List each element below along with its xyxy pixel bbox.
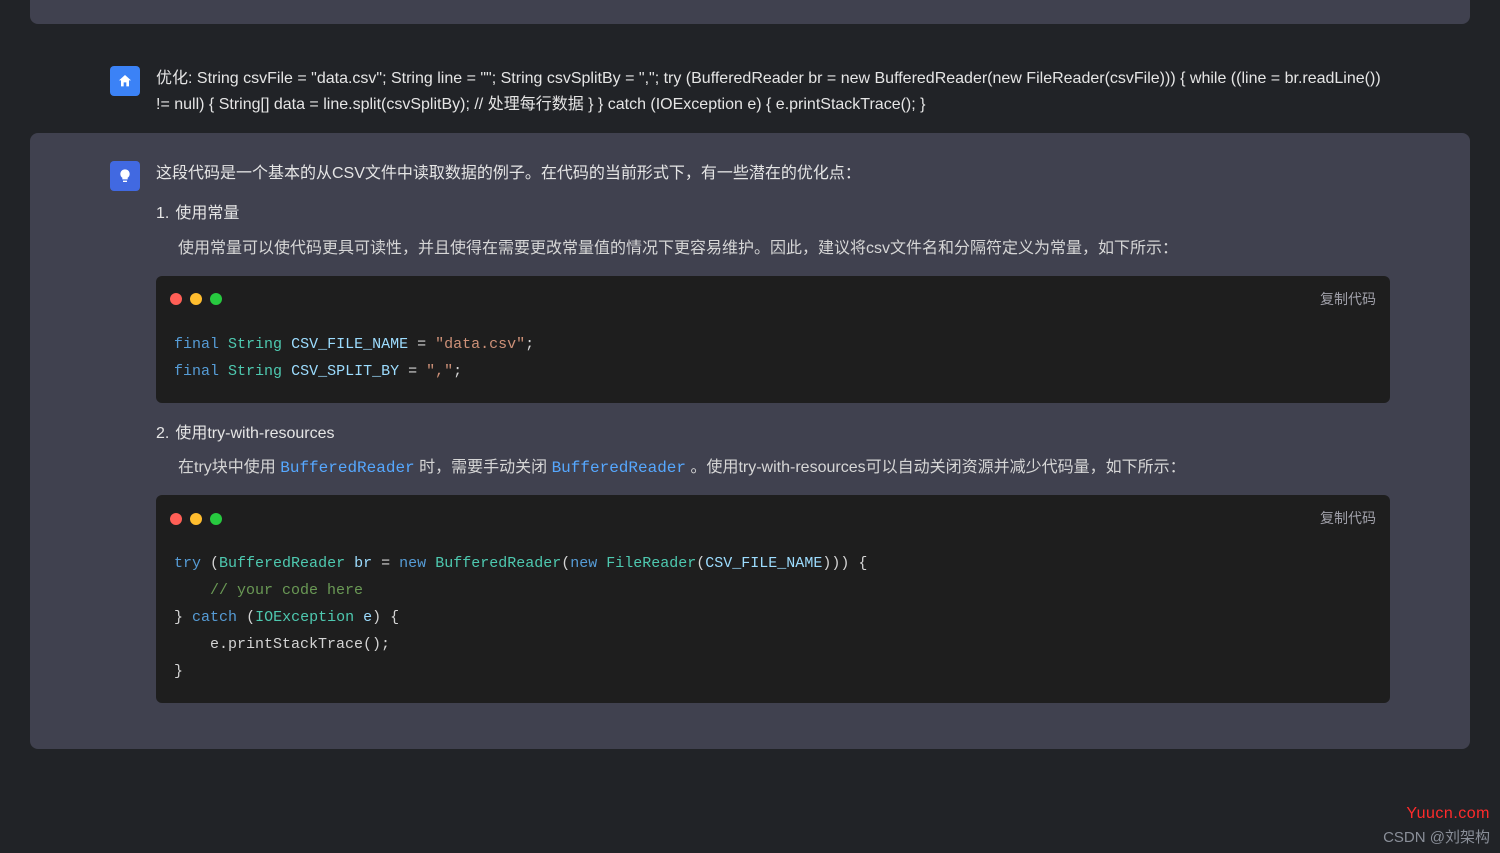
assistant-avatar xyxy=(110,161,140,191)
user-icon xyxy=(117,73,133,89)
traffic-green-icon xyxy=(210,293,222,305)
user-message: 优化: String csvFile = "data.csv"; String … xyxy=(110,52,1390,133)
item-index xyxy=(156,201,169,227)
list-item: 使用常量 使用常量可以使代码更具可读性，并且使得在需要更改常量值的情况下更容易维… xyxy=(156,201,1390,402)
bulb-icon xyxy=(117,168,133,184)
traffic-lights-icon xyxy=(170,293,222,305)
watermark-site: Yuucn.com xyxy=(1406,805,1490,823)
traffic-red-icon xyxy=(170,513,182,525)
assistant-intro: 这段代码是一个基本的从CSV文件中读取数据的例子。在代码的当前形式下，有一些潜在… xyxy=(156,161,1390,187)
watermark-author: CSDN @刘架构 xyxy=(1383,826,1490,847)
code-block: 复制代码 final String CSV_FILE_NAME = "data.… xyxy=(156,276,1390,403)
assistant-message: 这段代码是一个基本的从CSV文件中读取数据的例子。在代码的当前形式下，有一些潜在… xyxy=(30,161,1470,721)
item-index xyxy=(156,421,169,447)
traffic-yellow-icon xyxy=(190,293,202,305)
code-block: 复制代码 try (BufferedReader br = new Buffer… xyxy=(156,495,1390,703)
traffic-red-icon xyxy=(170,293,182,305)
traffic-yellow-icon xyxy=(190,513,202,525)
item-body: 在try块中使用 BufferedReader 时，需要手动关闭 Buffere… xyxy=(178,453,1390,703)
copy-code-button[interactable]: 复制代码 xyxy=(1320,505,1376,532)
inline-code: BufferedReader xyxy=(280,459,414,477)
code-header: 复制代码 xyxy=(156,276,1390,319)
user-message-text: 优化: String csvFile = "data.csv"; String … xyxy=(156,66,1390,119)
traffic-lights-icon xyxy=(170,513,222,525)
traffic-green-icon xyxy=(210,513,222,525)
copy-code-button[interactable]: 复制代码 xyxy=(1320,286,1376,313)
item-body: 使用常量可以使代码更具可读性，并且使得在需要更改常量值的情况下更容易维护。因此，… xyxy=(178,234,1390,403)
user-avatar xyxy=(110,66,140,96)
code-content: final String CSV_FILE_NAME = "data.csv";… xyxy=(156,319,1390,403)
optimization-list: 使用常量 使用常量可以使代码更具可读性，并且使得在需要更改常量值的情况下更容易维… xyxy=(156,201,1390,703)
code-header: 复制代码 xyxy=(156,495,1390,538)
list-item: 使用try-with-resources 在try块中使用 BufferedRe… xyxy=(156,421,1390,703)
assistant-message-container: 这段代码是一个基本的从CSV文件中读取数据的例子。在代码的当前形式下，有一些潜在… xyxy=(30,133,1470,749)
previous-message-stub xyxy=(30,0,1470,24)
inline-code: BufferedReader xyxy=(552,459,686,477)
item-title: 使用常量 xyxy=(175,201,239,227)
assistant-content: 这段代码是一个基本的从CSV文件中读取数据的例子。在代码的当前形式下，有一些潜在… xyxy=(156,161,1390,721)
chat-area: 优化: String csvFile = "data.csv"; String … xyxy=(110,0,1390,749)
item-body-text: 使用常量可以使代码更具可读性，并且使得在需要更改常量值的情况下更容易维护。因此，… xyxy=(178,240,1178,257)
code-content: try (BufferedReader br = new BufferedRea… xyxy=(156,538,1390,703)
item-title: 使用try-with-resources xyxy=(175,421,334,447)
